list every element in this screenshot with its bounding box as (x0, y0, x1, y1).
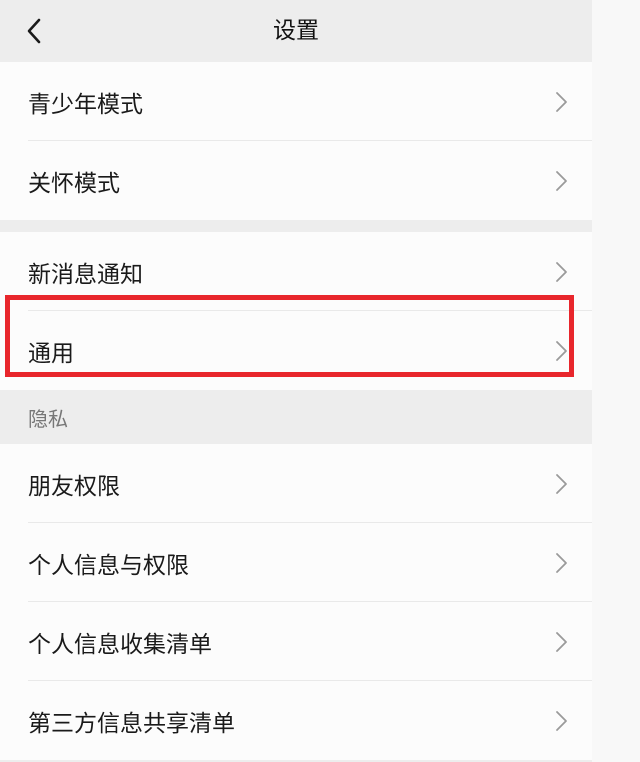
settings-group-privacy: 朋友权限 个人信息与权限 个人信息收集清单 第三方信息共享清单 (0, 444, 592, 760)
chevron-right-icon (556, 473, 567, 494)
chevron-right-icon (556, 710, 567, 731)
settings-item-label: 朋友权限 (28, 473, 120, 500)
settings-item-label: 个人信息收集清单 (28, 631, 212, 658)
settings-item-label: 青少年模式 (28, 91, 143, 118)
settings-item-third-party-sharing-list[interactable]: 第三方信息共享清单 (0, 681, 592, 760)
settings-item-new-message-notification[interactable]: 新消息通知 (0, 232, 592, 311)
settings-item-label: 新消息通知 (28, 261, 143, 288)
settings-item-general[interactable]: 通用 (0, 311, 592, 390)
settings-item-label: 第三方信息共享清单 (28, 710, 235, 737)
chevron-right-icon (556, 552, 567, 573)
settings-item-label: 个人信息与权限 (28, 552, 189, 579)
navigation-bar: 设置 (0, 0, 592, 62)
settings-item-care-mode[interactable]: 关怀模式 (0, 141, 592, 220)
chevron-right-icon (556, 261, 567, 282)
settings-group-general: 新消息通知 通用 (0, 232, 592, 390)
page-title: 设置 (273, 18, 319, 44)
settings-screen: 设置 青少年模式 关怀模式 新消息通知 通用 隐私 朋友权限 个人信息与权限 个… (0, 0, 592, 762)
chevron-right-icon (556, 340, 567, 361)
settings-item-personal-info-collection-list[interactable]: 个人信息收集清单 (0, 602, 592, 681)
settings-group-modes: 青少年模式 关怀模式 (0, 62, 592, 220)
settings-item-label: 关怀模式 (28, 170, 120, 197)
settings-item-friend-permissions[interactable]: 朋友权限 (0, 444, 592, 523)
chevron-right-icon (556, 170, 567, 191)
section-header-label: 隐私 (28, 406, 68, 431)
group-divider (0, 220, 592, 232)
settings-item-personal-info-permissions[interactable]: 个人信息与权限 (0, 523, 592, 602)
settings-item-label: 通用 (28, 340, 74, 367)
section-header-privacy: 隐私 (0, 390, 592, 444)
chevron-right-icon (556, 91, 567, 112)
background-margin (592, 0, 640, 762)
chevron-right-icon (556, 631, 567, 652)
settings-item-teen-mode[interactable]: 青少年模式 (0, 62, 592, 141)
